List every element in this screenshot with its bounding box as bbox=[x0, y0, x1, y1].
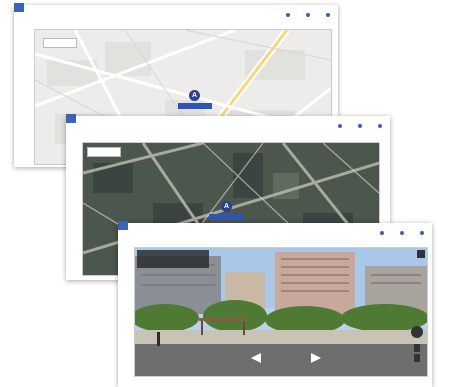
marker-label bbox=[178, 103, 212, 109]
marker-label bbox=[209, 214, 243, 220]
toolbar-link-3[interactable] bbox=[420, 231, 426, 235]
link-icon bbox=[326, 13, 330, 17]
card-title-tab bbox=[66, 114, 76, 123]
zoom-out-icon[interactable] bbox=[414, 354, 420, 362]
link-icon bbox=[358, 124, 362, 128]
card-toolbar bbox=[286, 13, 332, 17]
toolbar-link-1[interactable] bbox=[286, 13, 292, 17]
map-marker-icon[interactable]: A bbox=[221, 201, 232, 212]
toolbar-link-2[interactable] bbox=[358, 124, 364, 128]
zoom-in-icon[interactable] bbox=[414, 344, 420, 352]
toolbar-link-3[interactable] bbox=[326, 13, 332, 17]
toolbar-link-3[interactable] bbox=[378, 124, 384, 128]
link-icon bbox=[380, 231, 384, 235]
link-icon bbox=[286, 13, 290, 17]
toolbar-link-1[interactable] bbox=[380, 231, 386, 235]
toolbar-link-2[interactable] bbox=[400, 231, 406, 235]
compass-icon[interactable] bbox=[411, 326, 423, 338]
fullscreen-button[interactable] bbox=[417, 250, 425, 258]
map-type-control[interactable] bbox=[43, 38, 77, 48]
location-info-panel bbox=[137, 250, 209, 268]
link-icon bbox=[306, 13, 310, 17]
map-type-control[interactable] bbox=[87, 147, 121, 157]
link-icon bbox=[378, 124, 382, 128]
map-marker-icon[interactable]: A bbox=[189, 90, 200, 101]
street-view-panorama[interactable] bbox=[134, 247, 428, 377]
map-card-street bbox=[118, 221, 432, 387]
toolbar-link-2[interactable] bbox=[306, 13, 312, 17]
toolbar-link-1[interactable] bbox=[338, 124, 344, 128]
card-toolbar bbox=[338, 124, 384, 128]
link-icon bbox=[400, 231, 404, 235]
card-title-tab bbox=[118, 221, 128, 230]
link-icon bbox=[338, 124, 342, 128]
link-icon bbox=[420, 231, 424, 235]
card-title-tab bbox=[14, 3, 24, 12]
card-toolbar bbox=[380, 231, 426, 235]
